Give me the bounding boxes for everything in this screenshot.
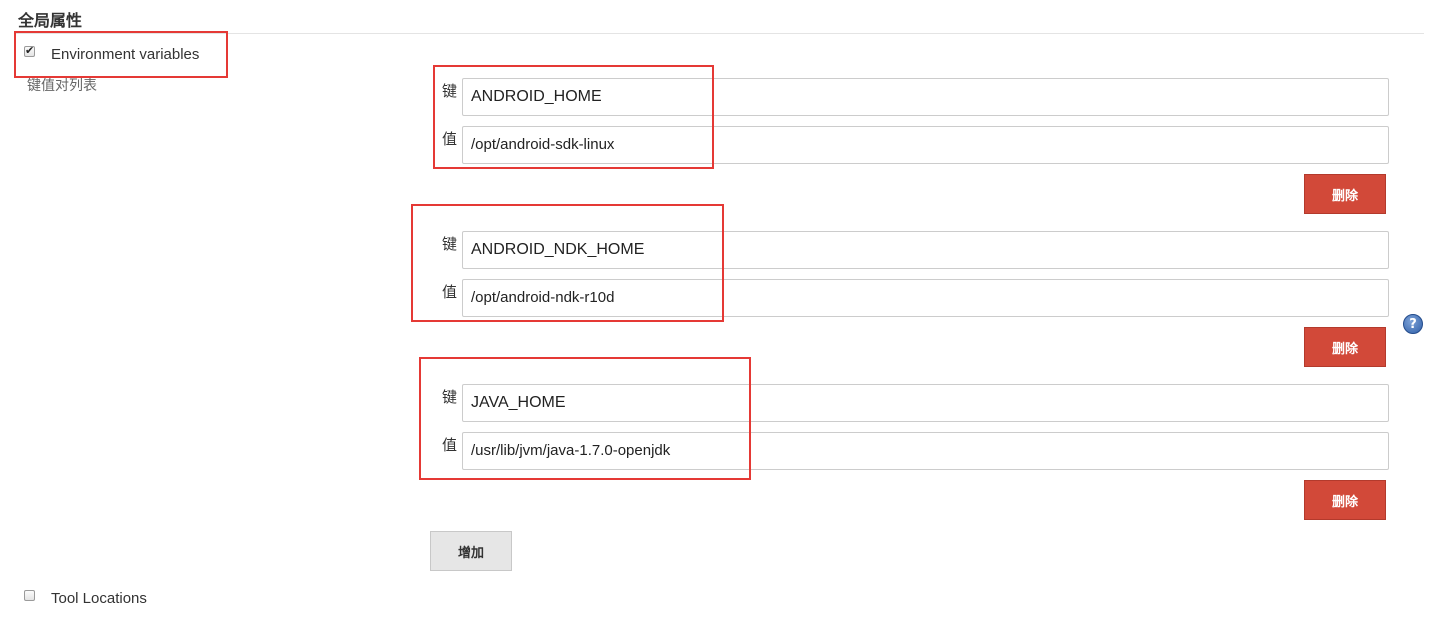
env-key-input-android-home[interactable]: ANDROID_HOME — [462, 78, 1389, 116]
checkmark-icon: ✔ — [25, 44, 35, 57]
help-icon[interactable]: ? — [1403, 314, 1423, 334]
delete-entry-button[interactable]: 删除 — [1304, 480, 1386, 520]
tool-locations-label[interactable]: Tool Locations — [51, 590, 147, 607]
value-label: 值 — [442, 130, 458, 148]
delete-entry-button[interactable]: 删除 — [1304, 327, 1386, 367]
key-label: 键 — [442, 82, 458, 100]
kv-list-label: 键值对列表 — [27, 78, 97, 94]
global-properties-page: 全局属性 ✔ Environment variables 键值对列表 键 AND… — [0, 0, 1439, 619]
value-label: 值 — [442, 283, 458, 301]
env-vars-label[interactable]: Environment variables — [51, 46, 199, 63]
env-key-input-java-home[interactable]: JAVA_HOME — [462, 384, 1389, 422]
env-value-input-android-ndk-home[interactable]: /opt/android-ndk-r10d — [462, 279, 1389, 317]
env-key-input-android-ndk-home[interactable]: ANDROID_NDK_HOME — [462, 231, 1389, 269]
tool-locations-checkbox[interactable] — [24, 590, 35, 601]
key-label: 键 — [442, 388, 458, 406]
section-divider — [14, 33, 1424, 34]
key-label: 键 — [442, 235, 458, 253]
env-value-input-android-home[interactable]: /opt/android-sdk-linux — [462, 126, 1389, 164]
env-vars-checkbox[interactable]: ✔ — [24, 44, 35, 57]
env-value-input-java-home[interactable]: /usr/lib/jvm/java-1.7.0-openjdk — [462, 432, 1389, 470]
value-label: 值 — [442, 436, 458, 454]
delete-entry-button[interactable]: 删除 — [1304, 174, 1386, 214]
add-entry-button[interactable]: 增加 — [430, 531, 512, 571]
section-title: 全局属性 — [18, 11, 83, 30]
